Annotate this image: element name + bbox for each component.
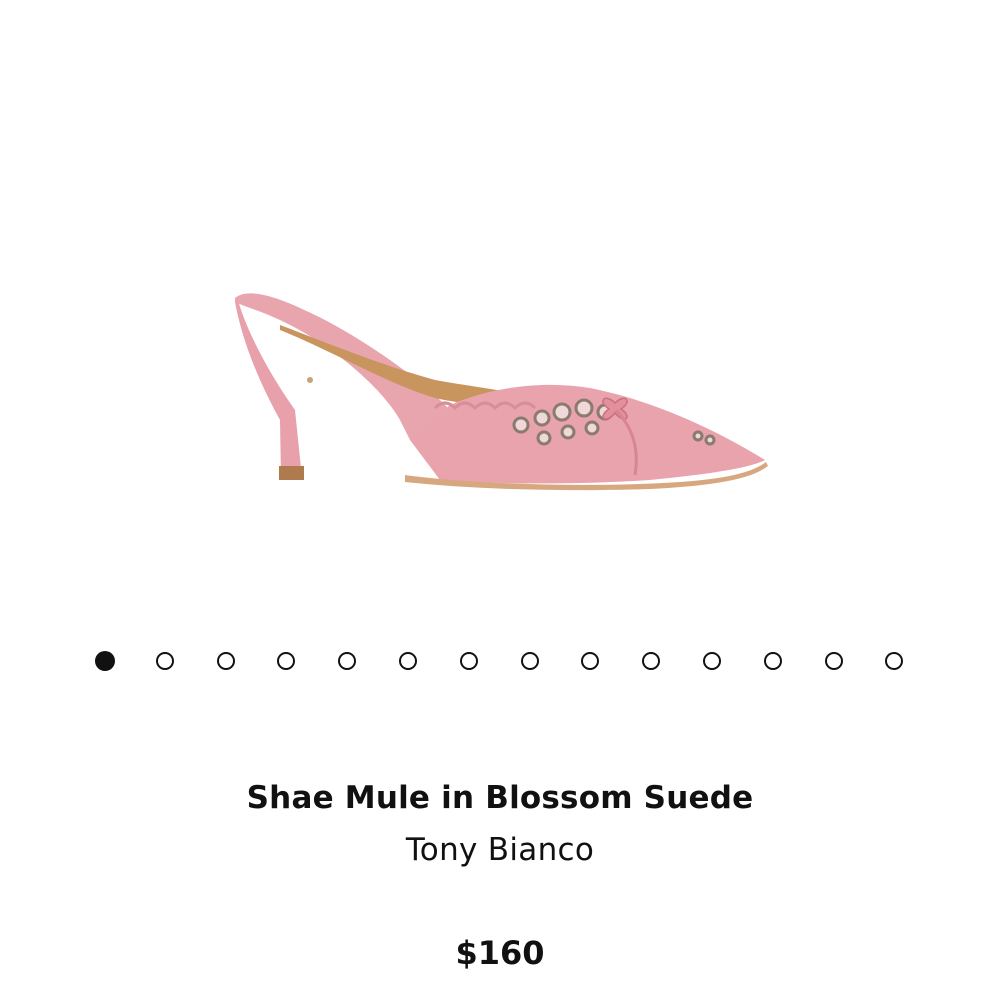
gallery-dot-1[interactable] [95, 651, 115, 671]
gallery-dot-4[interactable] [277, 652, 296, 670]
gallery-dot-7[interactable] [459, 652, 478, 670]
gallery-dot-5[interactable] [338, 652, 357, 670]
product-price: $160 [455, 934, 545, 972]
product-brand[interactable]: Tony Bianco [0, 832, 1000, 868]
gallery-dot-12[interactable] [763, 652, 782, 670]
gallery-dot-6[interactable] [399, 652, 417, 670]
gallery-dot-11[interactable] [703, 652, 721, 670]
gallery-pagination [0, 650, 1000, 672]
gallery-dot-14[interactable] [885, 652, 904, 670]
product-image-gallery[interactable] [0, 0, 1000, 620]
product-image-shoe[interactable] [210, 270, 790, 510]
gallery-dot-8[interactable] [520, 652, 539, 670]
gallery-dot-13[interactable] [824, 652, 843, 670]
gallery-dot-2[interactable] [155, 652, 174, 670]
gallery-dot-10[interactable] [642, 652, 661, 670]
gallery-dot-9[interactable] [581, 652, 600, 670]
gallery-dot-3[interactable] [216, 652, 235, 670]
product-title[interactable]: Shae Mule in Blossom Suede [0, 780, 1000, 816]
